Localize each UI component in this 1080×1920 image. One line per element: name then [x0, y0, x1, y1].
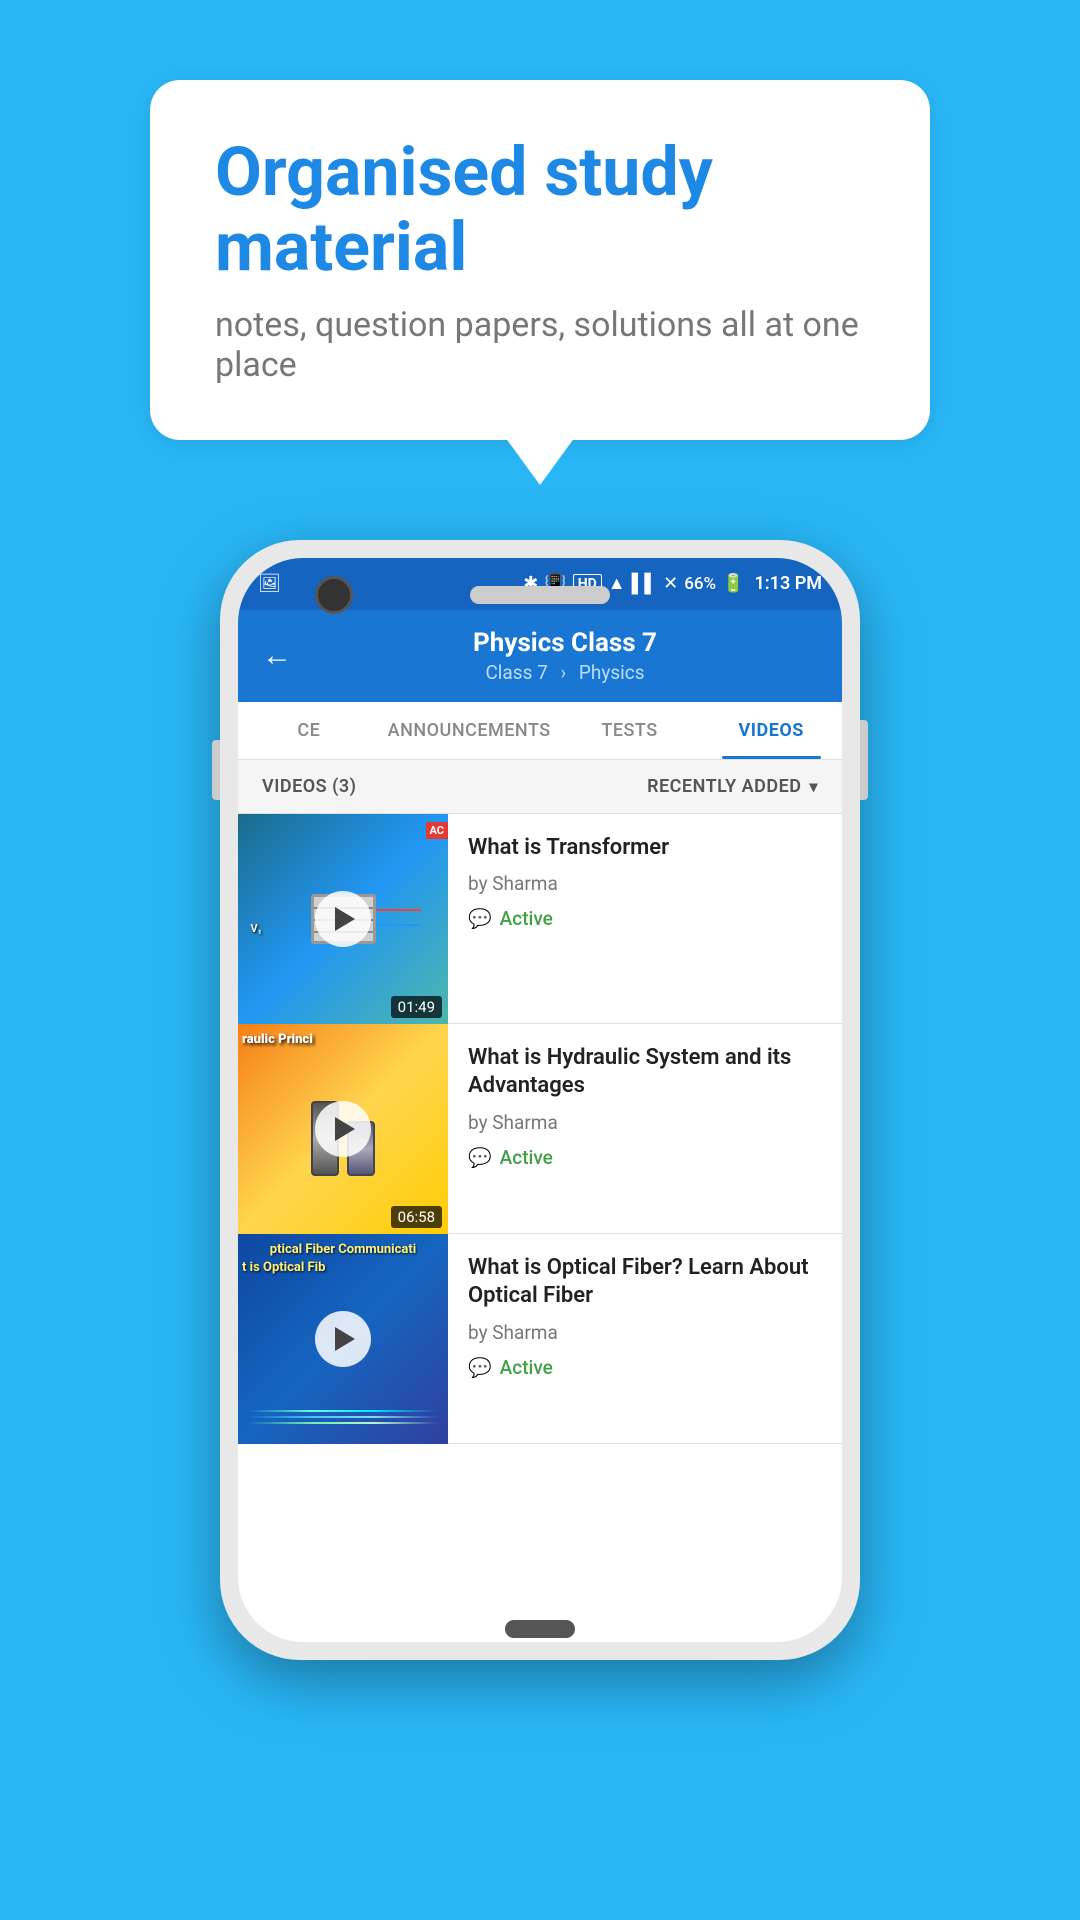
- breadcrumb-separator: ›: [560, 661, 566, 684]
- video-author-1: by Sharma: [468, 872, 822, 895]
- chat-icon-2: 💬: [468, 1146, 492, 1169]
- phone-home-button[interactable]: [505, 1620, 575, 1638]
- photo-icon: 🖼: [258, 573, 281, 594]
- hydraulic-thumb-text: raulic Princi: [242, 1032, 313, 1048]
- speech-bubble: Organised study material notes, question…: [150, 80, 930, 440]
- breadcrumb-subject: Physics: [579, 661, 645, 684]
- video-item-1[interactable]: V₁ 01:49 AC What is T: [238, 814, 842, 1024]
- bubble-subtitle: notes, question papers, solutions all at…: [215, 305, 865, 385]
- chat-icon-3: 💬: [468, 1356, 492, 1379]
- header-breadcrumb: Class 7 › Physics: [312, 661, 818, 684]
- video-thumbnail-3: ptical Fiber Communicati t is Optical Fi…: [238, 1234, 448, 1444]
- video-duration-2: 06:58: [391, 1206, 442, 1228]
- header-title-block: Physics Class 7 Class 7 › Physics: [312, 628, 818, 684]
- phone-camera: [315, 576, 353, 614]
- chat-icon-1: 💬: [468, 907, 492, 930]
- tab-videos[interactable]: VIDEOS: [700, 702, 842, 759]
- tabs-bar: CE ANNOUNCEMENTS TESTS VIDEOS: [238, 702, 842, 760]
- video-author-2: by Sharma: [468, 1111, 822, 1134]
- phone-wrapper: 🖼 ✱ 📳 HD ▲ ▌▌ ✕ 66% 🔋 1:13 PM: [0, 540, 1080, 1660]
- video-info-1: What is Transformer by Sharma 💬 Active: [448, 814, 842, 1023]
- phone-screen: 🖼 ✱ 📳 HD ▲ ▌▌ ✕ 66% 🔋 1:13 PM: [238, 558, 842, 1642]
- video-title-3: What is Optical Fiber? Learn About Optic…: [468, 1254, 822, 1311]
- x-icon: ✕: [663, 573, 678, 594]
- app-header: ← Physics Class 7 Class 7 › Physics: [238, 610, 842, 702]
- tab-ce[interactable]: CE: [238, 702, 380, 759]
- video-author-3: by Sharma: [468, 1321, 822, 1344]
- video-title-2: What is Hydraulic System and its Advanta…: [468, 1044, 822, 1101]
- thumb-tag-1: AC: [426, 822, 449, 839]
- battery-icon: 🔋: [722, 573, 744, 594]
- battery-percentage: 66%: [684, 574, 716, 594]
- signal-icon: ▌▌: [632, 573, 658, 594]
- video-status-2: 💬 Active: [468, 1146, 822, 1169]
- status-left-icons: 🖼: [258, 573, 281, 594]
- video-status-1: 💬 Active: [468, 907, 822, 930]
- video-info-2: What is Hydraulic System and its Advanta…: [448, 1024, 842, 1233]
- video-status-3: 💬 Active: [468, 1356, 822, 1379]
- sort-button[interactable]: RECENTLY ADDED ▾: [647, 776, 818, 797]
- tab-announcements[interactable]: ANNOUNCEMENTS: [380, 702, 559, 759]
- video-thumbnail-2: raulic Princi 06:58: [238, 1024, 448, 1234]
- optical-thumb-text-1: ptical Fiber Communicati: [238, 1242, 448, 1257]
- phone-device: 🖼 ✱ 📳 HD ▲ ▌▌ ✕ 66% 🔋 1:13 PM: [220, 540, 860, 1660]
- active-label-2: Active: [500, 1146, 553, 1169]
- breadcrumb-class: Class 7: [485, 661, 547, 684]
- video-item-2[interactable]: raulic Princi 06:58: [238, 1024, 842, 1234]
- sort-label: RECENTLY ADDED: [647, 776, 801, 797]
- app-background: Organised study material notes, question…: [0, 0, 1080, 1920]
- videos-header: VIDEOS (3) RECENTLY ADDED ▾: [238, 760, 842, 814]
- clock: 1:13 PM: [754, 573, 822, 594]
- wifi-icon: ▲: [608, 573, 626, 594]
- back-button[interactable]: ←: [262, 638, 292, 673]
- phone-side-button-left: [212, 740, 220, 800]
- active-label-3: Active: [500, 1356, 553, 1379]
- video-duration-1: 01:49: [391, 996, 442, 1018]
- top-section: Organised study material notes, question…: [0, 0, 1080, 440]
- video-item-3[interactable]: ptical Fiber Communicati t is Optical Fi…: [238, 1234, 842, 1444]
- tab-tests[interactable]: TESTS: [559, 702, 701, 759]
- video-thumbnail-1: V₁ 01:49 AC: [238, 814, 448, 1024]
- active-label-1: Active: [500, 907, 553, 930]
- chevron-down-icon: ▾: [809, 777, 818, 796]
- bubble-title: Organised study material: [215, 135, 865, 285]
- video-list: V₁ 01:49 AC What is T: [238, 814, 842, 1642]
- video-info-3: What is Optical Fiber? Learn About Optic…: [448, 1234, 842, 1443]
- optical-thumb-text-2: t is Optical Fib: [242, 1260, 325, 1275]
- phone-side-button-right: [860, 720, 868, 800]
- phone-speaker: [470, 586, 610, 604]
- videos-count: VIDEOS (3): [262, 776, 356, 797]
- header-title: Physics Class 7: [312, 628, 818, 658]
- video-title-1: What is Transformer: [468, 834, 822, 863]
